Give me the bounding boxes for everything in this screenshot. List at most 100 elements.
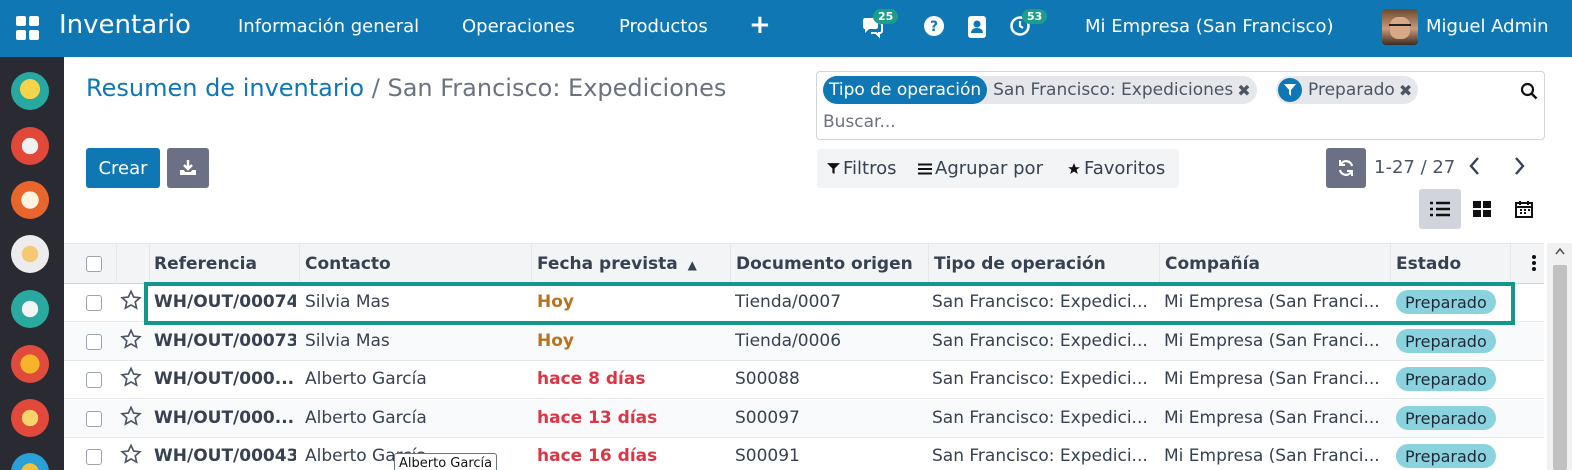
breadcrumb-separator: / bbox=[371, 74, 380, 102]
table-row[interactable]: WH/OUT/000... Alberto García hace 8 días S0… bbox=[64, 361, 1544, 399]
column-header-fecha-prevista[interactable]: Fecha prevista ▲ bbox=[537, 254, 697, 274]
sidebar-app-inventory-icon[interactable] bbox=[11, 72, 49, 110]
activity-clock-icon[interactable]: 53 bbox=[1009, 9, 1048, 39]
favorites-dropdown[interactable]: Favoritos bbox=[1067, 158, 1165, 179]
contacts-icon[interactable] bbox=[966, 15, 990, 39]
filters-dropdown[interactable]: Filtros bbox=[827, 158, 897, 179]
status-badge: Preparado bbox=[1396, 329, 1496, 353]
search-input[interactable] bbox=[823, 112, 1423, 132]
calendar-view-button[interactable] bbox=[1503, 189, 1545, 229]
table-row[interactable]: WH/OUT/000... Alberto García hace 13 días S… bbox=[64, 400, 1544, 438]
table-header: Referencia Contacto Fecha prevista ▲ Doc… bbox=[64, 243, 1544, 284]
pager-previous-icon[interactable] bbox=[1466, 155, 1484, 181]
cell-contacto: Alberto García bbox=[305, 408, 427, 428]
cell-tipo-operacion: San Francisco: Expedici... bbox=[932, 331, 1148, 351]
cell-referencia: WH/OUT/000... bbox=[154, 408, 295, 428]
sidebar-app-sales-icon[interactable] bbox=[11, 453, 49, 470]
add-menu-button[interactable]: + bbox=[749, 10, 771, 40]
status-badge: Preparado bbox=[1396, 290, 1496, 314]
table-row[interactable]: WH/OUT/00043 Alberto García hace 16 días S0… bbox=[64, 438, 1544, 470]
column-header-contacto[interactable]: Contacto bbox=[305, 254, 391, 274]
sidebar-app-contacts-icon[interactable] bbox=[11, 235, 49, 273]
calendar-view-icon bbox=[1515, 201, 1533, 218]
user-menu[interactable]: Miguel Admin bbox=[1426, 16, 1549, 37]
row-checkbox[interactable] bbox=[86, 411, 102, 427]
app-sidebar bbox=[0, 57, 64, 470]
priority-star-icon[interactable] bbox=[120, 328, 142, 354]
priority-star-icon[interactable] bbox=[120, 443, 142, 469]
search-box: Tipo de operación San Francisco: Expedic… bbox=[816, 71, 1545, 140]
table-scrollbar[interactable] bbox=[1547, 243, 1572, 470]
facet-filter-state-remove-icon[interactable]: ✖ bbox=[1399, 81, 1418, 100]
cell-tipo-operacion: San Francisco: Expedici... bbox=[932, 408, 1148, 428]
row-checkbox[interactable] bbox=[86, 295, 102, 311]
column-header-tipo-operacion[interactable]: Tipo de operación bbox=[934, 254, 1106, 274]
breadcrumb: Resumen de inventario / San Francisco: E… bbox=[86, 74, 726, 102]
pager-next-icon[interactable] bbox=[1510, 155, 1528, 181]
table-row[interactable]: WH/OUT/00074 Silvia Mas Hoy Tienda/0007 San … bbox=[64, 284, 1544, 322]
list-view-button[interactable] bbox=[1419, 189, 1461, 229]
chat-icon[interactable]: 25 bbox=[860, 9, 899, 39]
row-checkbox[interactable] bbox=[86, 449, 102, 465]
cell-referencia: WH/OUT/00043 bbox=[154, 446, 296, 466]
filter-funnel-icon bbox=[1278, 78, 1302, 102]
cell-documento-origen: Tienda/0007 bbox=[735, 292, 842, 312]
row-checkbox[interactable] bbox=[86, 372, 102, 388]
priority-star-icon[interactable] bbox=[120, 289, 142, 315]
menu-productos[interactable]: Productos bbox=[619, 16, 708, 37]
column-header-estado[interactable]: Estado bbox=[1396, 254, 1461, 274]
breadcrumb-parent-link[interactable]: Resumen de inventario bbox=[86, 74, 364, 102]
scroll-thumb[interactable] bbox=[1553, 265, 1567, 470]
sidebar-app-notes-icon[interactable] bbox=[11, 181, 49, 219]
cell-compania: Mi Empresa (San Franci... bbox=[1164, 331, 1380, 351]
cell-contacto: Silvia Mas bbox=[305, 292, 390, 312]
facet-operation-type-value: San Francisco: Expediciones bbox=[993, 80, 1234, 100]
facet-operation-type: Tipo de operación San Francisco: Expedic… bbox=[823, 76, 1257, 104]
activity-count-badge: 53 bbox=[1022, 9, 1048, 24]
refresh-button[interactable] bbox=[1326, 148, 1366, 188]
cell-documento-origen: S00091 bbox=[735, 446, 800, 466]
select-all-checkbox[interactable] bbox=[86, 256, 102, 272]
column-header-documento-origen[interactable]: Documento origen bbox=[736, 254, 913, 274]
list-view-icon bbox=[1430, 201, 1450, 217]
group-by-label: Agrupar por bbox=[935, 158, 1043, 179]
company-switcher[interactable]: Mi Empresa (San Francisco) bbox=[1085, 16, 1334, 37]
menu-informacion-general[interactable]: Información general bbox=[238, 16, 419, 37]
cell-tipo-operacion: San Francisco: Expedici... bbox=[932, 369, 1148, 389]
table-row[interactable]: WH/OUT/00073 Silvia Mas Hoy Tienda/0006 San … bbox=[64, 323, 1544, 361]
sidebar-app-calendar-icon[interactable] bbox=[11, 127, 49, 165]
menu-operaciones[interactable]: Operaciones bbox=[462, 16, 575, 37]
chat-count-badge: 25 bbox=[873, 9, 899, 24]
pager-value[interactable]: 1-27 / 27 bbox=[1374, 157, 1455, 178]
cell-referencia: WH/OUT/00073 bbox=[154, 331, 296, 351]
help-icon[interactable]: ? bbox=[923, 15, 947, 39]
priority-star-icon[interactable] bbox=[120, 405, 142, 431]
row-checkbox[interactable] bbox=[86, 334, 102, 350]
view-switcher bbox=[1419, 189, 1545, 229]
column-header-referencia[interactable]: Referencia bbox=[154, 254, 257, 274]
facet-operation-type-remove-icon[interactable]: ✖ bbox=[1237, 81, 1256, 100]
search-options-bar: Filtros Agrupar por Favoritos bbox=[817, 149, 1179, 188]
group-by-dropdown[interactable]: Agrupar por bbox=[918, 158, 1043, 179]
group-by-icon bbox=[918, 163, 932, 174]
sidebar-app-crm-icon[interactable] bbox=[11, 345, 49, 383]
search-icon[interactable] bbox=[1520, 82, 1538, 104]
scroll-up-icon[interactable] bbox=[1555, 247, 1565, 255]
column-header-compania[interactable]: Compañía bbox=[1165, 254, 1260, 274]
filter-icon bbox=[827, 163, 840, 174]
cell-documento-origen: S00088 bbox=[735, 369, 800, 389]
optional-columns-icon[interactable] bbox=[1531, 254, 1537, 276]
create-button[interactable]: Crear bbox=[86, 148, 160, 188]
download-button[interactable] bbox=[167, 148, 209, 188]
kanban-view-button[interactable] bbox=[1461, 189, 1503, 229]
sidebar-app-reports-icon[interactable] bbox=[11, 399, 49, 437]
cell-fecha-prevista: Hoy bbox=[537, 292, 574, 312]
facet-operation-type-title: Tipo de operación bbox=[823, 76, 988, 104]
user-avatar[interactable] bbox=[1382, 9, 1418, 45]
app-title[interactable]: Inventario bbox=[59, 10, 191, 40]
priority-star-icon[interactable] bbox=[120, 366, 142, 392]
apps-menu-icon[interactable] bbox=[16, 16, 40, 40]
cell-documento-origen: S00097 bbox=[735, 408, 800, 428]
refresh-icon bbox=[1338, 160, 1354, 176]
sidebar-app-employees-icon[interactable] bbox=[11, 290, 49, 328]
